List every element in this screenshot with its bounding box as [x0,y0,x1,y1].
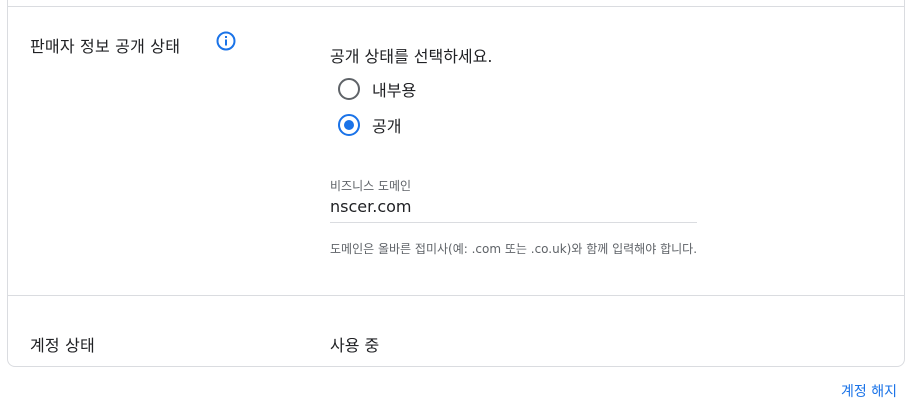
radio-button-internal[interactable] [338,78,360,100]
radio-option-public[interactable]: 공개 [338,112,401,138]
radio-label-public: 공개 [372,117,402,136]
divider [8,295,904,296]
radio-label-internal: 내부용 [372,81,417,100]
cancel-account-link[interactable]: 계정 해지 [841,381,897,401]
radio-option-internal[interactable]: 내부용 [338,76,416,102]
visibility-prompt: 공개 상태를 선택하세요. [330,47,493,66]
info-icon[interactable] [216,31,236,51]
account-status-value: 사용 중 [330,336,380,355]
account-status-label: 계정 상태 [30,336,95,355]
business-domain-input[interactable] [330,191,697,223]
account-settings-page: 판매자 정보 공개 상태 공개 상태를 선택하세요. 내부용 공개 비즈니스 도… [0,0,915,419]
divider [8,6,904,7]
business-domain-helper-text: 도메인은 올바른 접미사(예: .com 또는 .co.uk)와 함께 입력해야… [330,242,698,256]
radio-button-public[interactable] [338,114,360,136]
seller-info-label: 판매자 정보 공개 상태 [30,37,181,56]
